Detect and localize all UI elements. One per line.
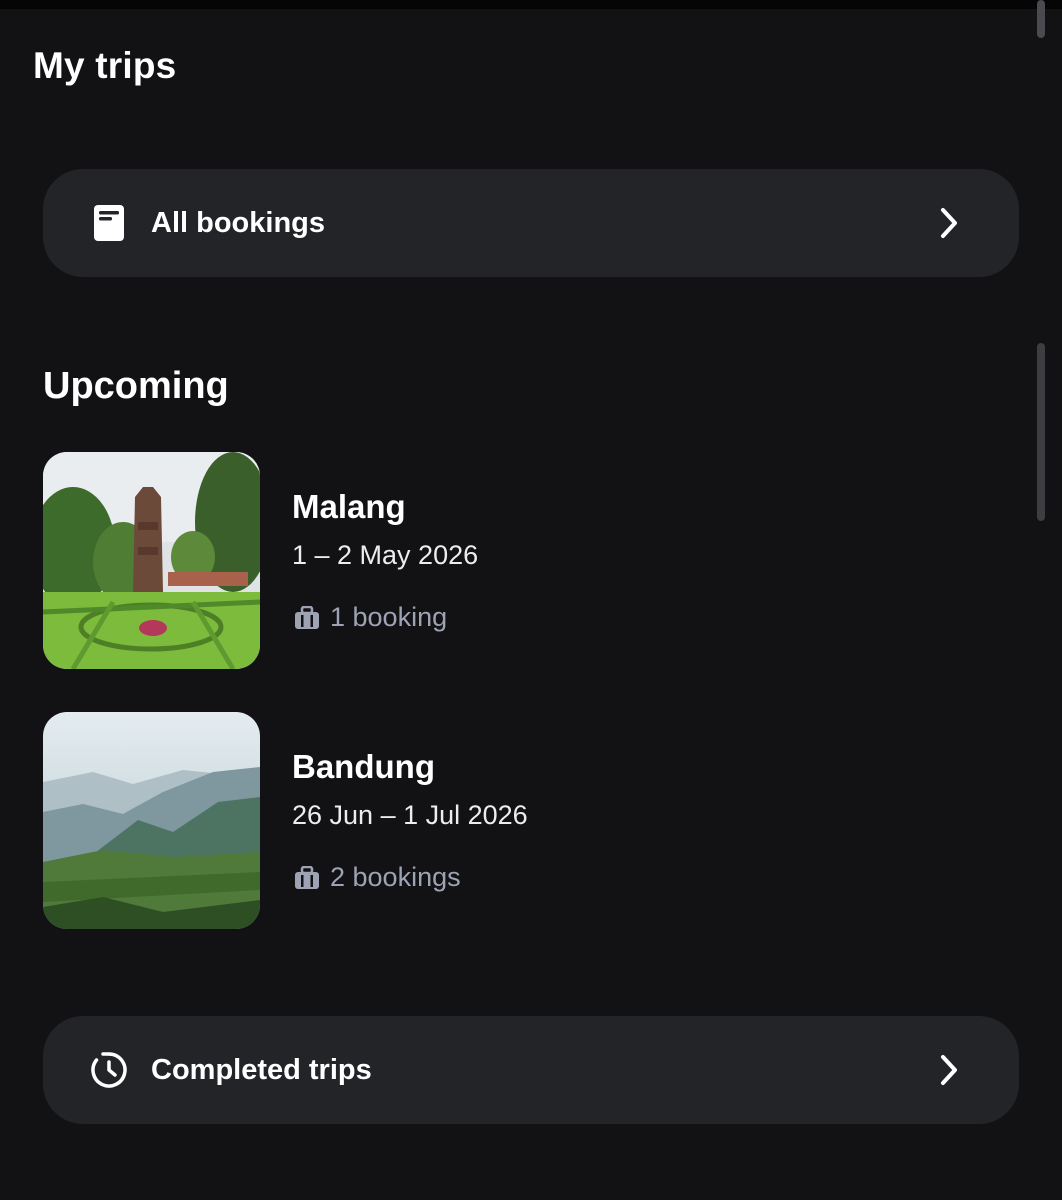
completed-trips-button[interactable]: Completed trips <box>43 1016 1019 1124</box>
scrollbar-thumb[interactable] <box>1037 343 1045 521</box>
chevron-right-icon <box>931 205 967 241</box>
trip-photo-bandung <box>43 712 260 929</box>
all-bookings-label: All bookings <box>151 206 325 239</box>
trip-card-malang[interactable]: Malang 1 – 2 May 2026 1 booking <box>43 452 843 670</box>
booking-count: 1 booking <box>330 602 448 632</box>
top-scroll-indicator <box>1037 0 1045 38</box>
status-bar-strip <box>0 0 1062 9</box>
page-title: My trips <box>33 45 177 86</box>
chevron-right-icon <box>931 1052 967 1088</box>
trip-photo-malang <box>43 452 260 669</box>
upcoming-section-title: Upcoming <box>43 365 229 407</box>
trip-bookings: 1 booking <box>292 602 447 633</box>
trip-city: Malang <box>292 488 406 525</box>
my-trips-screen: My trips All bookings Upcoming Malang 1 … <box>0 0 1062 1200</box>
booking-count: 2 bookings <box>330 862 461 892</box>
trip-dates: 26 Jun – 1 Jul 2026 <box>292 800 528 830</box>
trip-card-bandung[interactable]: Bandung 26 Jun – 1 Jul 2026 2 bookings <box>43 712 843 930</box>
history-clock-icon <box>89 1050 129 1090</box>
suitcase-icon <box>292 863 322 893</box>
all-bookings-button[interactable]: All bookings <box>43 169 1019 277</box>
trip-dates: 1 – 2 May 2026 <box>292 540 479 570</box>
trip-bookings: 2 bookings <box>292 862 461 893</box>
trip-city: Bandung <box>292 748 435 785</box>
booking-document-icon <box>89 203 129 243</box>
completed-trips-label: Completed trips <box>151 1053 372 1086</box>
suitcase-icon <box>292 603 322 633</box>
